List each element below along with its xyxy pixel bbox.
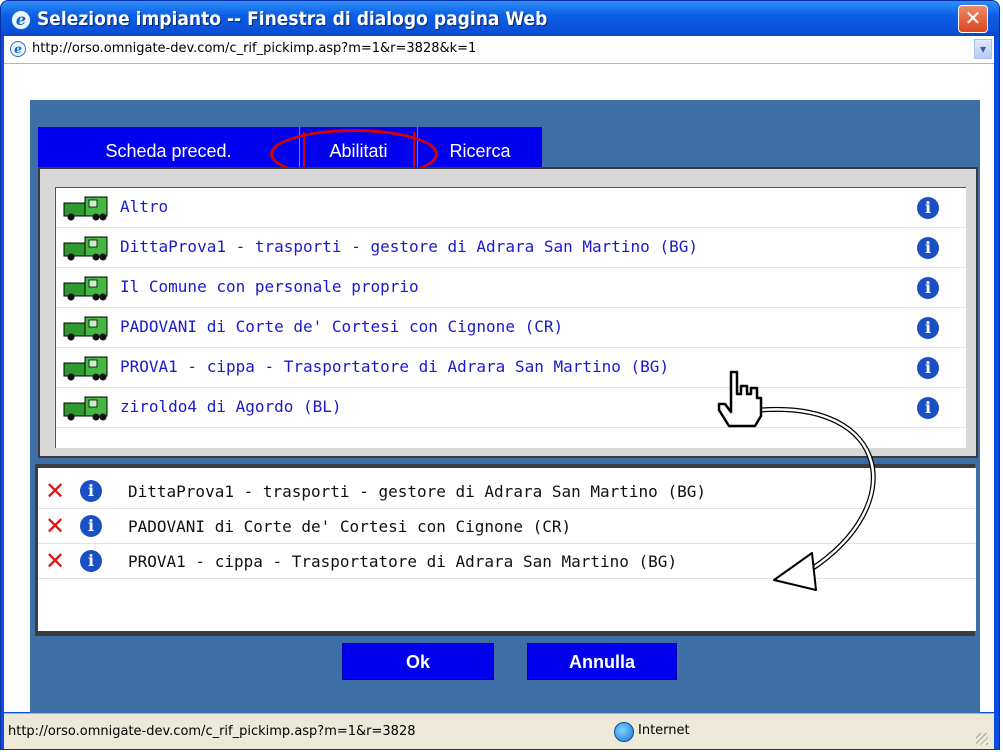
list-item-label[interactable]: PADOVANI di Corte de' Cortesi con Cignon… (120, 317, 563, 336)
truck-icon (63, 196, 108, 221)
remove-icon[interactable]: ✕ (45, 549, 65, 573)
address-url: http://orso.omnigate-dev.com/c_rif_picki… (32, 41, 477, 56)
tab-search[interactable]: Ricerca (418, 127, 542, 167)
list-item[interactable]: DittaProva1 - trasporti - gestore di Adr… (56, 228, 966, 268)
status-bar: http://orso.omnigate-dev.com/c_rif_picki… (4, 713, 994, 749)
status-url: http://orso.omnigate-dev.com/c_rif_picki… (8, 724, 416, 739)
resize-grip[interactable] (976, 733, 988, 745)
list-item-label[interactable]: ziroldo4 di Agordo (BL) (120, 397, 342, 416)
list-item[interactable]: PROVA1 - cippa - Trasportatore di Adrara… (56, 348, 966, 388)
truck-icon (63, 356, 108, 381)
close-button[interactable]: ✕ (958, 5, 988, 33)
selected-item-label: DittaProva1 - trasporti - gestore di Adr… (128, 482, 706, 501)
chevron-down-icon[interactable]: ▾ (974, 39, 992, 59)
title-bar[interactable]: e Selezione impianto -- Finestra di dial… (1, 1, 999, 37)
selected-item-label: PROVA1 - cippa - Trasportatore di Adrara… (128, 552, 678, 571)
truck-icon (63, 276, 108, 301)
info-icon[interactable]: i (917, 357, 939, 379)
close-icon: ✕ (964, 6, 982, 30)
ok-button[interactable]: Ok (342, 643, 494, 680)
truck-icon (63, 396, 108, 421)
security-zone: Internet (638, 723, 690, 738)
hand-cursor-icon (717, 370, 763, 428)
page-icon: e (10, 41, 26, 57)
window-title: Selezione impianto -- Finestra di dialog… (37, 8, 548, 30)
globe-icon (614, 722, 634, 742)
truck-icon (63, 316, 108, 341)
list-item[interactable]: Il Comune con personale proprio i (56, 268, 966, 308)
info-icon[interactable]: i (80, 515, 102, 537)
info-icon[interactable]: i (80, 550, 102, 572)
selected-item-label: PADOVANI di Corte de' Cortesi con Cignon… (128, 517, 572, 536)
truck-icon (63, 236, 108, 261)
cancel-button[interactable]: Annulla (527, 643, 677, 680)
address-bar: e http://orso.omnigate-dev.com/c_rif_pic… (4, 36, 994, 64)
list-item[interactable]: Altro i (56, 188, 966, 228)
list-item-label[interactable]: DittaProva1 - trasporti - gestore di Adr… (120, 237, 698, 256)
list-item[interactable]: PADOVANI di Corte de' Cortesi con Cignon… (56, 308, 966, 348)
info-icon[interactable]: i (917, 237, 939, 259)
info-icon[interactable]: i (917, 397, 939, 419)
tab-previous[interactable]: Scheda preced. (38, 127, 300, 167)
info-icon[interactable]: i (917, 197, 939, 219)
list-item-label[interactable]: Il Comune con personale proprio (120, 277, 419, 296)
info-icon[interactable]: i (917, 317, 939, 339)
list-item-label[interactable]: Altro (120, 197, 168, 216)
remove-icon[interactable]: ✕ (45, 479, 65, 503)
info-icon[interactable]: i (80, 480, 102, 502)
ie-icon: e (11, 10, 31, 30)
remove-icon[interactable]: ✕ (45, 514, 65, 538)
info-icon[interactable]: i (917, 277, 939, 299)
list-item-label[interactable]: PROVA1 - cippa - Trasportatore di Adrara… (120, 357, 669, 376)
